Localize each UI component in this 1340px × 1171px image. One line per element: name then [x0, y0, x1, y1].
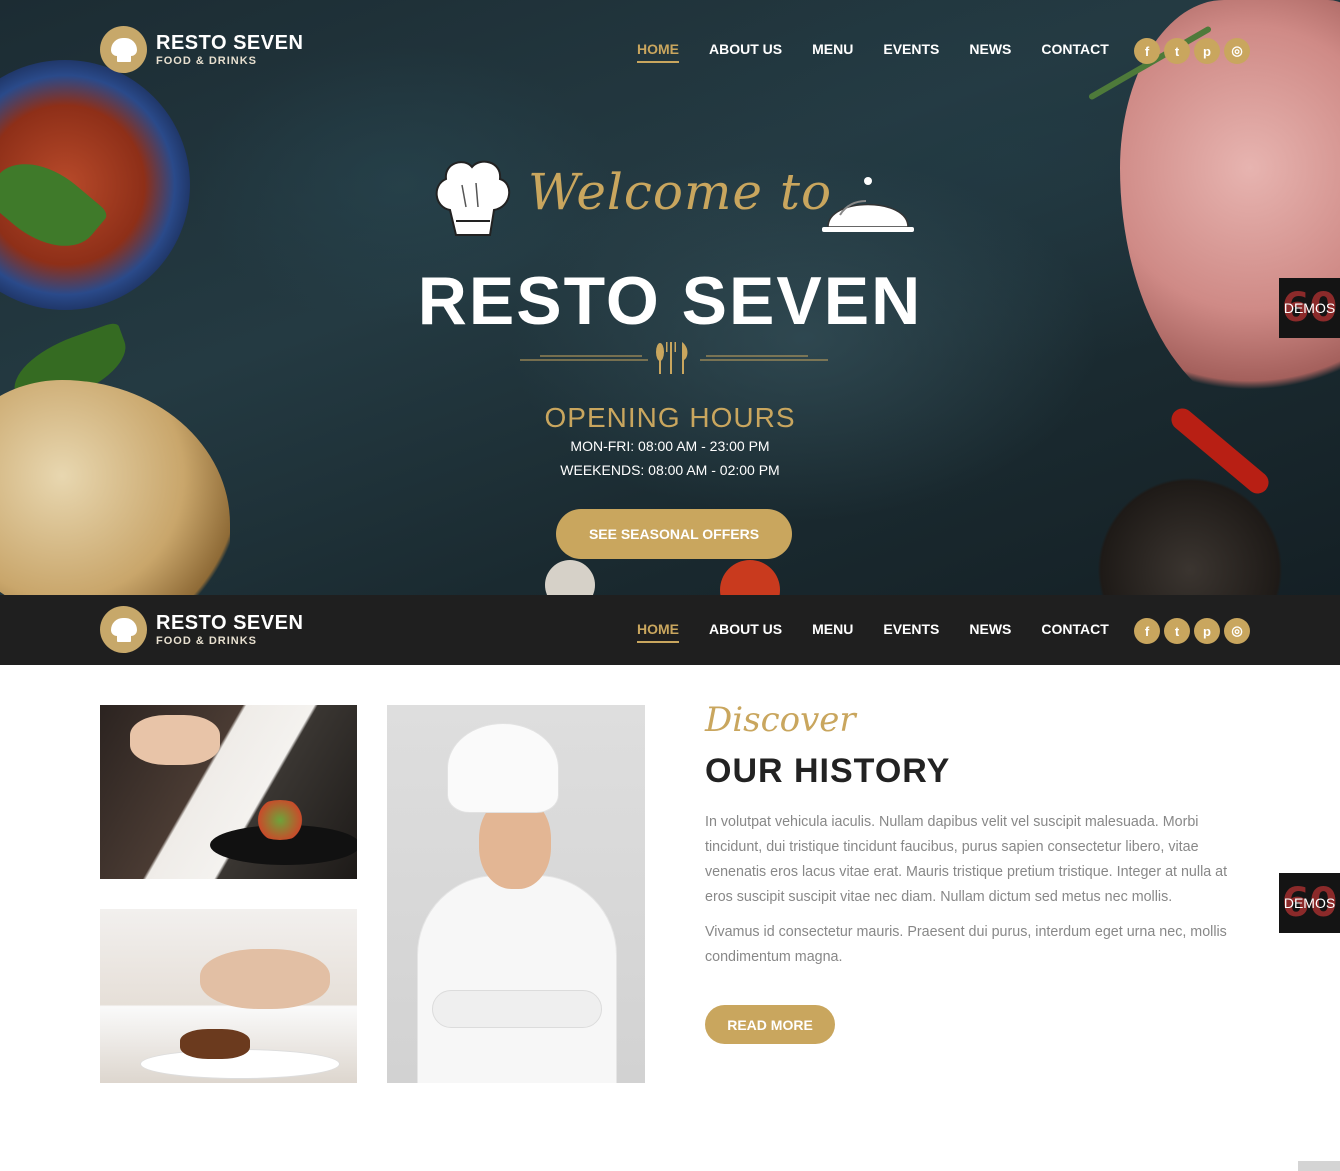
facebook-icon[interactable]: f [1134, 618, 1160, 644]
logo-mark [100, 26, 147, 73]
brand-tagline: FOOD & DRINKS [156, 54, 257, 67]
social-links: f t p ◎ [1134, 38, 1254, 64]
hand-shape [130, 715, 220, 765]
nav-item-news[interactable]: NEWS [969, 41, 1011, 63]
nav-item-contact[interactable]: CONTACT [1041, 41, 1108, 63]
brand-name: RESTO SEVEN [156, 611, 304, 634]
twitter-icon[interactable]: t [1164, 618, 1190, 644]
nav-item-menu[interactable]: MENU [812, 621, 853, 643]
nav-item-home[interactable]: HOME [637, 621, 679, 643]
pinterest-icon[interactable]: p [1194, 38, 1220, 64]
hours-weekdays: MON-FRI: 08:00 AM - 23:00 PM [570, 438, 770, 454]
logo-text: RESTO SEVEN FOOD & DRINKS [156, 612, 303, 648]
pinterest-icon[interactable]: p [1194, 618, 1220, 644]
chef-plating-photo [100, 705, 357, 879]
instagram-icon[interactable]: ◎ [1224, 618, 1250, 644]
facebook-icon[interactable]: f [1134, 38, 1160, 64]
social-links: f t p ◎ [1134, 618, 1254, 644]
discover-script: Discover [705, 700, 856, 740]
brand-name: RESTO SEVEN [156, 31, 304, 54]
nav-item-events[interactable]: EVENTS [883, 621, 939, 643]
logo[interactable]: RESTO SEVEN FOOD & DRINKS [100, 606, 303, 653]
demos-button[interactable]: 60 DEMOS [1279, 873, 1340, 933]
hand-shape [200, 949, 330, 1009]
chef-seasoning-photo [100, 909, 357, 1083]
nav-item-events[interactable]: EVENTS [883, 41, 939, 63]
demos-button[interactable]: 60 DEMOS [1279, 278, 1340, 338]
read-more-button[interactable]: READ MORE [705, 1005, 835, 1044]
nav-item-contact[interactable]: CONTACT [1041, 621, 1108, 643]
logo-mark [100, 606, 147, 653]
chef-arms-shape [432, 990, 602, 1028]
chef-hat-icon [435, 160, 510, 236]
nav-item-menu[interactable]: MENU [812, 41, 853, 63]
demos-label: DEMOS [1283, 300, 1336, 316]
main-nav: HOME ABOUT US MENU EVENTS NEWS CONTACT [637, 621, 1139, 643]
nav-item-about-us[interactable]: ABOUT US [709, 621, 782, 643]
nav-item-news[interactable]: NEWS [969, 621, 1011, 643]
chef-hat-icon [110, 617, 137, 642]
glass-image [1080, 470, 1300, 615]
chef-hat-icon [110, 37, 137, 62]
chef-jacket-shape [417, 875, 617, 1083]
history-title: OUR HISTORY [705, 752, 951, 790]
nav-item-about-us[interactable]: ABOUT US [709, 41, 782, 63]
history-paragraph-1: In volutpat vehicula iaculis. Nullam dap… [705, 814, 1228, 905]
chef-toque-shape [447, 723, 559, 813]
salad-shape [250, 800, 310, 840]
hero-section: Welcome to RESTO SEVEN OPENING HOURS MON… [0, 0, 1340, 615]
hours-weekends: WEEKENDS: 08:00 AM - 02:00 PM [560, 462, 780, 478]
twitter-icon[interactable]: t [1164, 38, 1190, 64]
top-header: RESTO SEVEN FOOD & DRINKS HOME ABOUT US … [0, 15, 1340, 85]
cutlery-divider-icon [520, 342, 828, 374]
brand-tagline: FOOD & DRINKS [156, 634, 257, 647]
cloche-icon [822, 177, 914, 232]
scroll-to-top-button[interactable] [1298, 1161, 1340, 1171]
steak-shape [180, 1029, 250, 1059]
demos-label: DEMOS [1283, 895, 1336, 911]
seasonal-offers-button[interactable]: SEE SEASONAL OFFERS [556, 509, 792, 559]
nav-item-home[interactable]: HOME [637, 41, 679, 63]
sticky-header: RESTO SEVEN FOOD & DRINKS HOME ABOUT US … [0, 595, 1340, 665]
logo[interactable]: RESTO SEVEN FOOD & DRINKS [100, 26, 303, 73]
history-paragraph-2: Vivamus id consectetur mauris. Praesent … [705, 924, 1227, 965]
opening-hours-title: OPENING HOURS [544, 402, 796, 433]
welcome-row: Welcome to [430, 155, 920, 245]
hero-title: RESTO SEVEN [417, 263, 923, 339]
instagram-icon[interactable]: ◎ [1224, 38, 1250, 64]
logo-text: RESTO SEVEN FOOD & DRINKS [156, 32, 303, 68]
main-nav: HOME ABOUT US MENU EVENTS NEWS CONTACT [637, 41, 1139, 63]
chef-portrait-photo [387, 705, 645, 1083]
welcome-script: Welcome to [528, 163, 833, 221]
